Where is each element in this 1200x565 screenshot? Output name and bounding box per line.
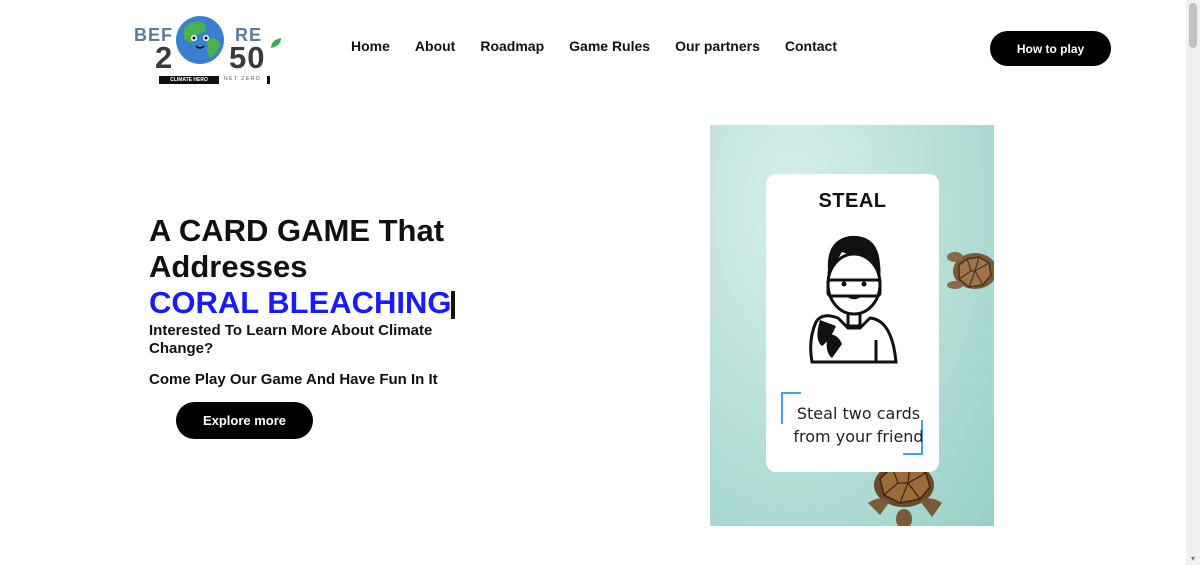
nav-about[interactable]: About [415, 38, 455, 54]
nav-home[interactable]: Home [351, 38, 390, 54]
logo-tagline: NET ZERO [224, 76, 262, 82]
scrollbar-track[interactable] [1186, 0, 1200, 565]
site-logo[interactable]: BEF RE 2 50 CLIMATE HERO NET ZERO [133, 14, 283, 86]
hero-highlight: CORAL BLEACHING [149, 285, 452, 320]
main-nav: Home About Roadmap Game Rules Our partne… [351, 38, 862, 54]
logo-year-left: 2 [155, 40, 173, 75]
nav-roadmap[interactable]: Roadmap [480, 38, 544, 54]
logo-badge: CLIMATE HERO [159, 76, 219, 84]
card-text: Steal two cards from your friend [786, 402, 931, 448]
character-illustration [809, 235, 898, 364]
scrollbar-thumb[interactable] [1189, 3, 1197, 48]
nav-game-rules[interactable]: Game Rules [569, 38, 650, 54]
nav-contact[interactable]: Contact [785, 38, 837, 54]
hero-subtitle: Interested To Learn More About Climate C… [149, 322, 433, 357]
explore-more-button[interactable]: Explore more [176, 402, 313, 439]
hero-subtitle-2: Come Play Our Game And Have Fun In It [149, 371, 438, 388]
card-line-2: from your friend [793, 427, 924, 446]
leaf-icon [271, 38, 281, 48]
card-title: STEAL [818, 190, 887, 212]
globe-icon [176, 16, 224, 64]
card-line-1: Steal two cards [796, 404, 921, 423]
nav-our-partners[interactable]: Our partners [675, 38, 760, 54]
card-preview-image: STEAL Steal two cards from your friend [710, 125, 994, 526]
typing-caret [451, 291, 455, 319]
scroll-down-icon[interactable]: ▾ [1189, 555, 1197, 563]
hero-title: A CARD GAME That Addresses [149, 213, 445, 284]
turtle-icon [947, 252, 994, 289]
game-card: STEAL Steal two cards from your friend [766, 174, 939, 472]
how-to-play-button[interactable]: How to play [990, 31, 1111, 66]
logo-divider [267, 76, 270, 84]
logo-year-right: 50 [229, 40, 266, 75]
